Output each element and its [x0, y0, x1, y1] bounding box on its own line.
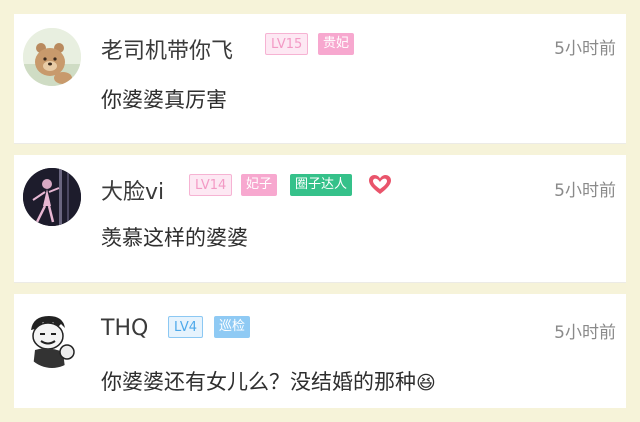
comment-text: 你婆婆还有女儿么？没结婚的那种😆	[101, 366, 436, 396]
meme-face-avatar-icon[interactable]	[23, 310, 81, 368]
comment-text-body: 你婆婆还有女儿么？没结婚的那种	[101, 370, 416, 394]
timestamp: 5小时前	[554, 181, 616, 201]
username[interactable]: THQ	[101, 316, 148, 341]
heart-icon	[368, 174, 392, 200]
title-badge: 妃子	[241, 174, 278, 196]
dancer-avatar-icon[interactable]	[23, 168, 81, 226]
username[interactable]: 大脸vi	[101, 174, 164, 206]
timestamp: 5小时前	[554, 39, 616, 59]
username[interactable]: 老司机带你飞	[101, 33, 233, 65]
level-badge: LV4	[168, 316, 203, 338]
bear-avatar-icon[interactable]	[23, 28, 81, 86]
divider	[14, 143, 626, 144]
expert-badge: 圈子达人	[290, 174, 353, 196]
title-badge: 贵妃	[318, 33, 355, 55]
level-badge: LV14	[189, 174, 233, 196]
level-badge: LV15	[265, 33, 309, 55]
timestamp: 5小时前	[554, 323, 616, 343]
comment-text: 你婆婆真厉害	[101, 88, 227, 112]
comment-text: 羡慕这样的婆婆	[101, 226, 248, 250]
laughing-emoji-icon: 😆	[416, 372, 436, 394]
title-badge: 巡检	[214, 316, 251, 338]
divider	[14, 282, 626, 283]
